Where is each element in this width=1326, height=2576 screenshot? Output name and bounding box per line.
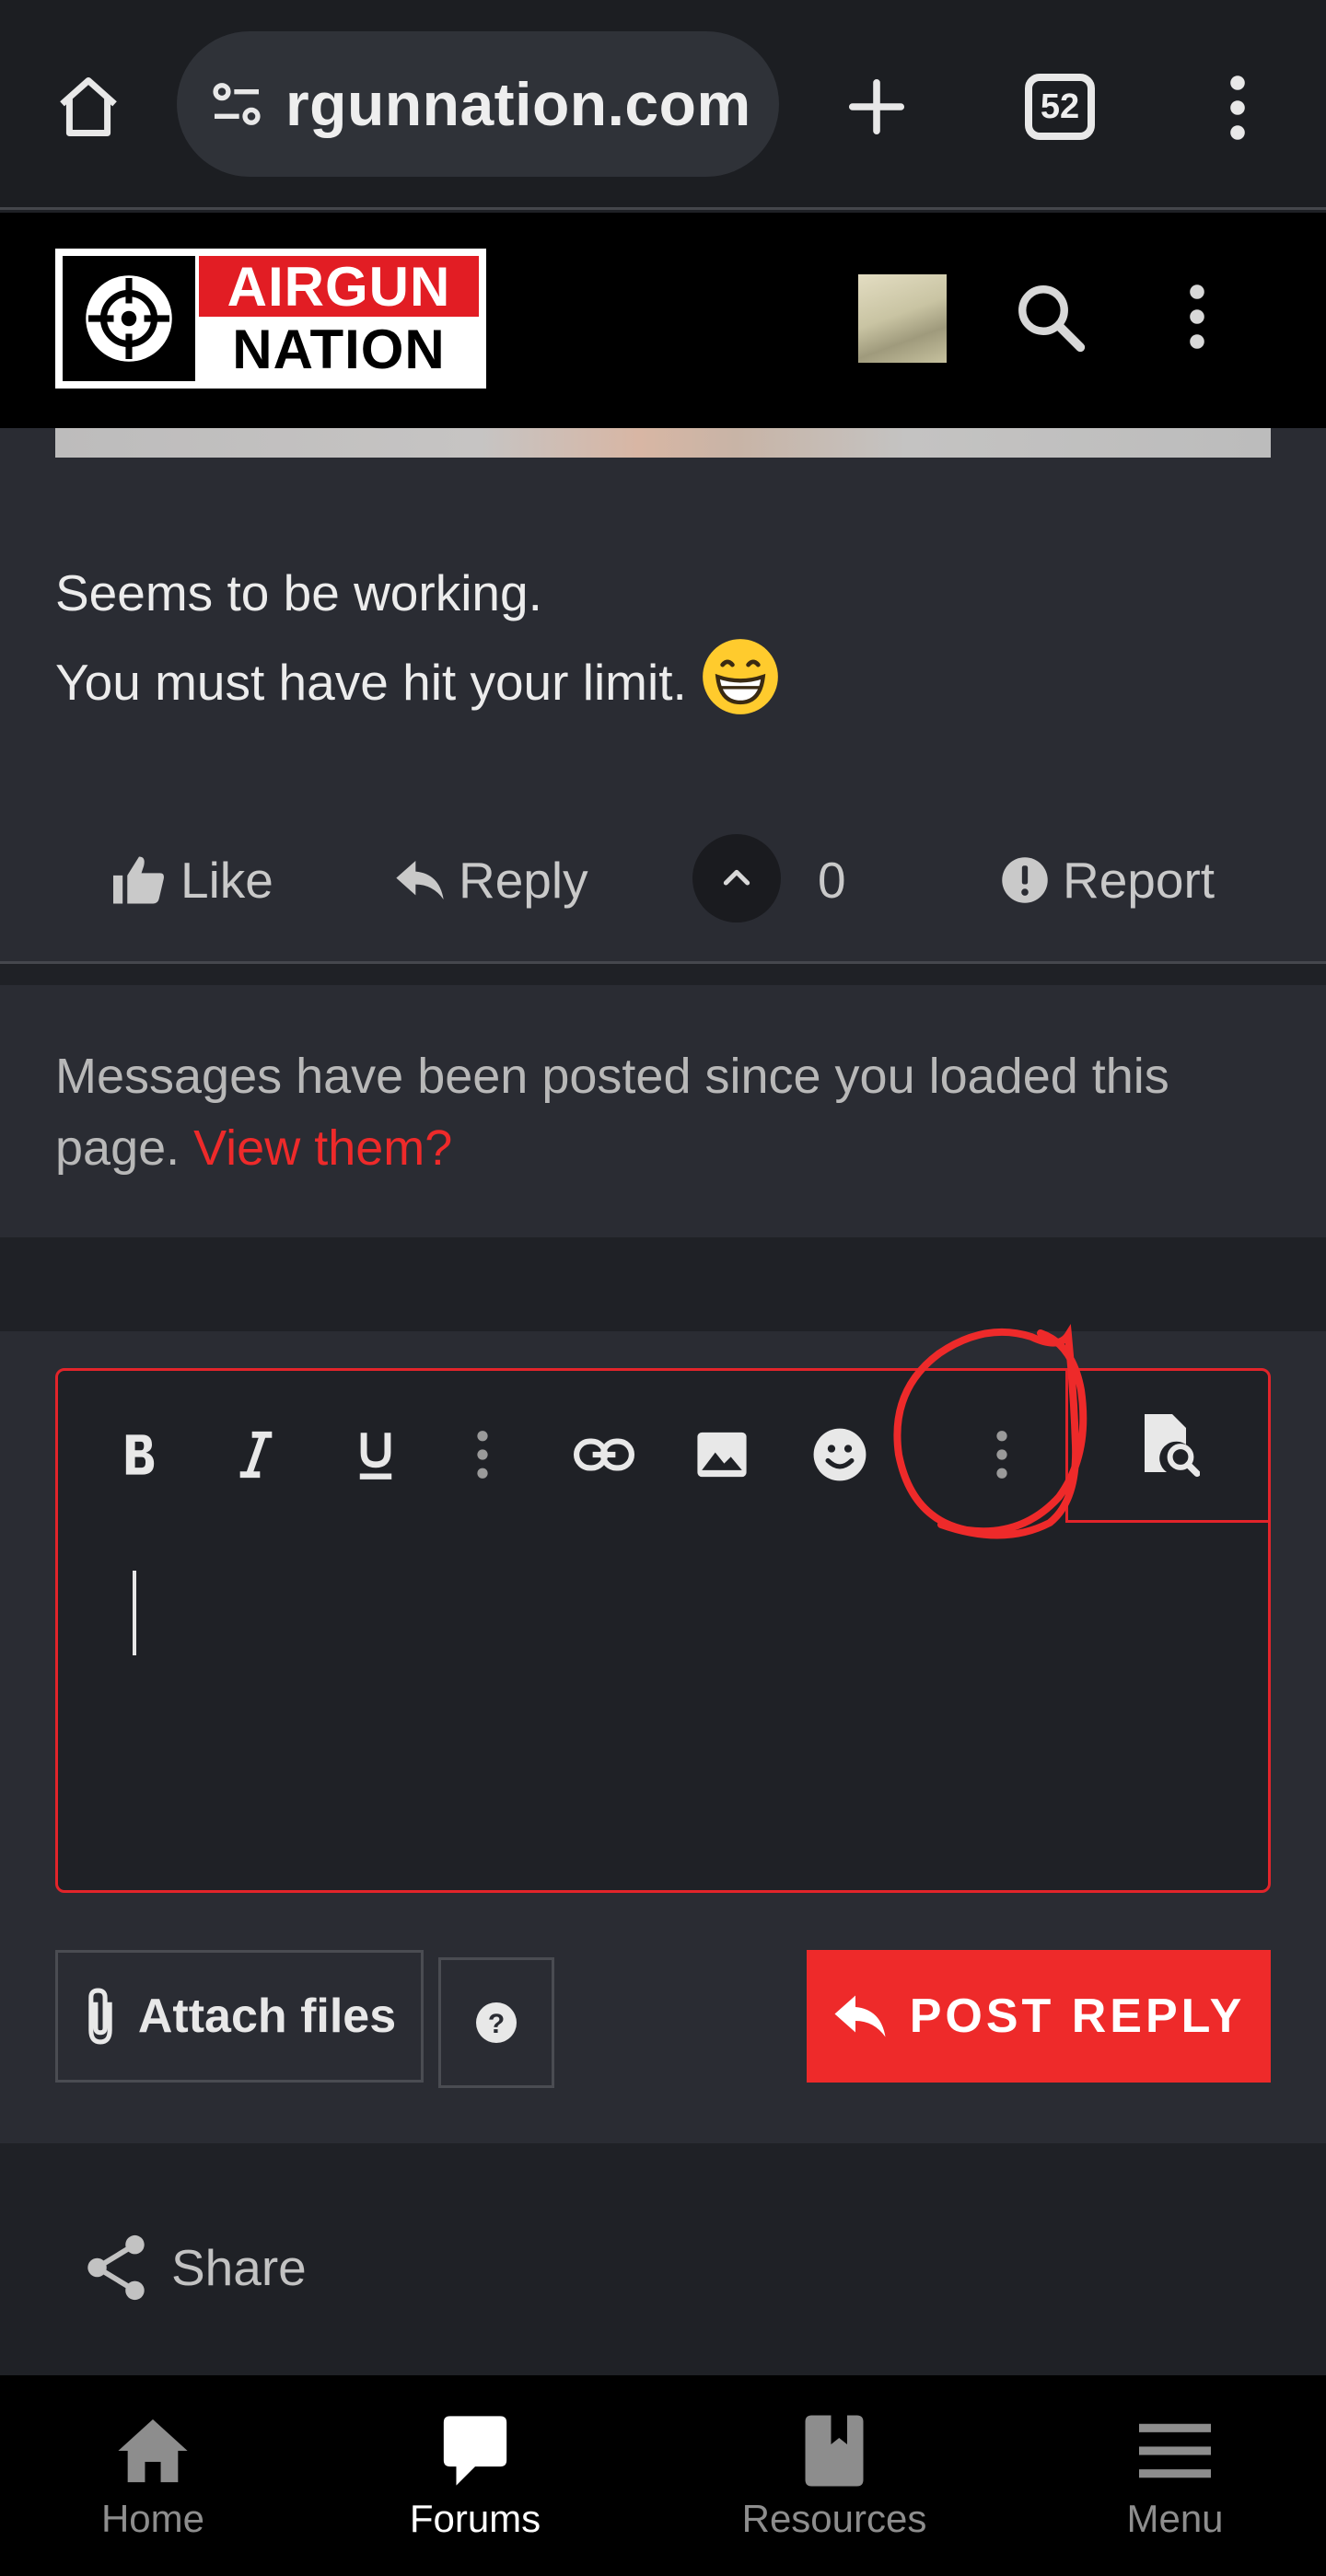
site-menu-icon[interactable]: [1169, 273, 1225, 361]
question-icon: ?: [476, 2002, 517, 2043]
share-icon: [87, 2234, 145, 2301]
vote-count: 0: [818, 852, 846, 909]
post-actions: Like Reply 0 Report: [0, 825, 1326, 935]
post-message: Seems to be working. You must have hit y…: [55, 549, 1252, 726]
post-line-1: Seems to be working.: [55, 564, 542, 621]
underline-button[interactable]: [339, 1418, 413, 1491]
emoji-icon[interactable]: [803, 1418, 877, 1491]
share-button[interactable]: Share: [83, 2226, 307, 2309]
svg-text:?: ?: [488, 2009, 505, 2039]
search-icon[interactable]: [1006, 273, 1094, 361]
nav-home-label: Home: [100, 2497, 205, 2540]
nav-menu[interactable]: Menu: [1046, 2405, 1304, 2552]
home-icon: [118, 2419, 188, 2483]
share-label: Share: [171, 2239, 307, 2296]
site-logo[interactable]: AIRGUN NATION: [55, 249, 486, 389]
reply-label: Reply: [459, 852, 588, 909]
tab-switcher-button[interactable]: 52: [1025, 74, 1095, 140]
bold-button[interactable]: [103, 1418, 177, 1491]
avatar[interactable]: [858, 274, 947, 363]
nav-forums[interactable]: Forums: [346, 2405, 604, 2552]
reply-button[interactable]: Reply: [394, 825, 588, 935]
logo-text-bottom: NATION: [199, 319, 479, 380]
post-line-2: You must have hit your limit.: [55, 637, 1252, 726]
image-icon[interactable]: [685, 1418, 759, 1491]
post-image[interactable]: [55, 428, 1271, 458]
help-button[interactable]: ?: [438, 1957, 554, 2088]
resources-icon: [805, 2415, 864, 2487]
more-format-icon[interactable]: [446, 1418, 519, 1491]
url-text: rgunnation.com: [285, 70, 751, 138]
file-search-icon: [1145, 1413, 1200, 1477]
nav-home[interactable]: Home: [24, 2405, 282, 2552]
view-them-link[interactable]: View them?: [193, 1120, 452, 1176]
new-tab-icon[interactable]: [838, 68, 915, 145]
upvote-button[interactable]: [692, 834, 781, 922]
grinning-emoji-icon: [703, 639, 778, 714]
attach-files-button[interactable]: Attach files: [55, 1950, 424, 2083]
forums-icon: [443, 2416, 507, 2486]
alert-icon: [1002, 857, 1048, 903]
browser-home-icon[interactable]: [52, 70, 125, 144]
logo-text-top: AIRGUN: [199, 256, 479, 318]
post-reply-label: POST REPLY: [909, 1990, 1246, 2043]
nav-resources[interactable]: Resources: [705, 2405, 963, 2552]
divider: [0, 961, 1326, 964]
site-settings-icon[interactable]: [204, 72, 269, 136]
italic-button[interactable]: [219, 1418, 293, 1491]
attach-files-label: Attach files: [137, 1990, 397, 2043]
crosshair-logo-icon: [63, 256, 195, 381]
link-icon[interactable]: [567, 1418, 641, 1491]
like-button[interactable]: Like: [110, 825, 273, 935]
paperclip-icon: [88, 1988, 112, 2045]
nav-resources-label: Resources: [741, 2497, 927, 2540]
report-button[interactable]: Report: [1000, 825, 1215, 935]
browser-menu-icon[interactable]: [1206, 66, 1269, 149]
reply-icon: [834, 1995, 886, 2037]
like-label: Like: [180, 852, 273, 909]
notice-text: Messages have been posted since you load…: [55, 1049, 1169, 1176]
post-reply-button[interactable]: POST REPLY: [807, 1950, 1271, 2083]
nav-menu-label: Menu: [1126, 2497, 1224, 2540]
red-circle-annotation: [893, 1323, 1088, 1539]
text-caret: [133, 1571, 136, 1655]
report-label: Report: [1063, 852, 1216, 909]
url-bar[interactable]: rgunnation.com: [177, 31, 779, 177]
nav-forums-label: Forums: [409, 2497, 541, 2540]
menu-icon: [1139, 2423, 1211, 2478]
